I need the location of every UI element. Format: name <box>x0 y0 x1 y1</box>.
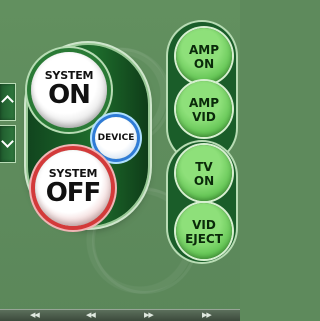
amp-on-label-line2: ON <box>193 57 215 71</box>
system-on-label: ON <box>48 80 91 110</box>
tv-on-label-line1: TV <box>195 160 213 174</box>
next-icon[interactable]: ▶▶ <box>144 311 154 319</box>
vid-eject-label-line2: EJECT <box>185 232 223 246</box>
vid-eject-label-line1: VID <box>192 218 216 232</box>
system-off-label: OFF <box>45 178 102 208</box>
amp-on-label-line1: AMP <box>188 43 220 57</box>
device-button[interactable]: DEVICE <box>95 117 137 159</box>
amp-vid-label-line2: VID <box>192 110 216 124</box>
chevron-down-icon <box>1 135 14 148</box>
prev-icon[interactable]: ◀◀ <box>86 311 96 319</box>
bottom-transport-bar: ◀◀ ◀◀ ▶▶ ▶▶ <box>0 309 240 321</box>
tv-on-label-line2: ON <box>193 174 215 188</box>
system-on-button[interactable]: SYSTEM ON <box>31 52 107 128</box>
rewind-icon[interactable]: ◀◀ <box>30 311 40 319</box>
amp-vid-label-line1: AMP <box>188 96 220 110</box>
amp-vid-button[interactable]: AMP VID <box>176 81 232 137</box>
fast-forward-icon[interactable]: ▶▶ <box>202 311 212 319</box>
device-label: DEVICE <box>97 133 135 143</box>
system-off-button[interactable]: SYSTEM OFF <box>35 150 111 226</box>
scroll-down-button[interactable] <box>0 125 16 163</box>
scroll-up-button[interactable] <box>0 83 16 121</box>
amp-on-button[interactable]: AMP ON <box>176 28 232 84</box>
chevron-up-icon <box>1 95 14 108</box>
tv-on-button[interactable]: TV ON <box>176 145 232 201</box>
vid-eject-button[interactable]: VID EJECT <box>176 203 232 259</box>
